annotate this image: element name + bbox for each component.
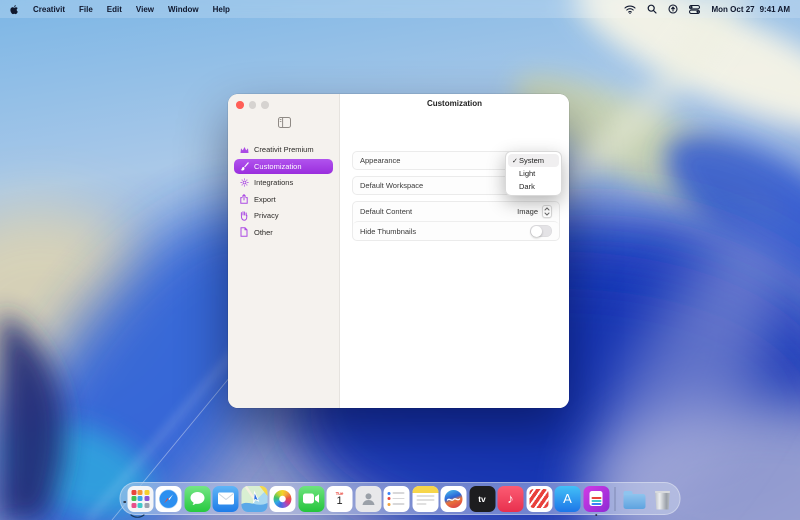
dock-creativit-icon[interactable]	[583, 485, 609, 512]
photos-pinwheel	[273, 489, 292, 508]
dock-app-store-icon[interactable]: A	[554, 485, 581, 512]
popup-button-stepper-icon[interactable]	[542, 205, 552, 218]
sidebar-item-label: Integrations	[254, 178, 294, 188]
menubar-item-view[interactable]: View	[136, 5, 154, 14]
sidebar-item-label: Creativit Premium	[254, 145, 314, 155]
zoom-button[interactable]	[261, 101, 269, 109]
control-center-icon[interactable]	[689, 4, 701, 14]
dock-divider	[614, 486, 616, 511]
dock-safari-icon[interactable]	[155, 485, 182, 512]
window-sidebar: Creativit Premium Customization Integrat…	[228, 94, 340, 408]
menubar-date: Mon Oct 27	[711, 4, 755, 14]
dock-messages-icon[interactable]	[184, 485, 210, 512]
sidebar-nav: Creativit Premium Customization Integrat…	[234, 142, 333, 240]
dock-wave-app-icon[interactable]	[440, 485, 467, 512]
default-content-value: Image	[517, 207, 538, 216]
dock-reminders-icon[interactable]	[383, 485, 410, 512]
share-icon	[239, 194, 249, 204]
sidebar-item-export[interactable]: Export	[234, 192, 333, 208]
calendar-date-label: 1	[336, 494, 343, 507]
menu-option-label: Dark	[519, 182, 535, 191]
apple-menu-icon[interactable]	[10, 4, 19, 15]
finder-running-dot	[123, 500, 126, 503]
dock-mail-icon[interactable]	[212, 485, 239, 512]
menubar-app-name[interactable]: Creativit	[33, 5, 65, 14]
sidebar-item-label: Export	[254, 194, 276, 204]
sidebar-item-label: Privacy	[254, 211, 279, 221]
sidebar-item-other[interactable]: Other	[234, 225, 333, 241]
menu-option-system[interactable]: ✓ System	[508, 154, 559, 167]
default-workspace-label: Default Workspace	[360, 181, 424, 190]
circle-arrow-icon[interactable]	[668, 4, 679, 14]
menubar-clock[interactable]: Mon Oct 27 9:41 AM	[711, 5, 790, 14]
dock-photos-icon[interactable]	[269, 485, 296, 512]
dock-trash-icon[interactable]	[650, 486, 676, 512]
checkmark-icon: ✓	[512, 157, 518, 165]
dock-contacts-icon[interactable]	[355, 485, 381, 512]
customization-window: Creativit Premium Customization Integrat…	[228, 94, 569, 408]
document-icon	[239, 227, 249, 237]
toggle-knob	[530, 225, 542, 237]
appearance-label: Appearance	[360, 156, 401, 165]
minimize-button[interactable]	[248, 101, 256, 109]
hide-thumbnails-row[interactable]: Hide Thumbnails	[353, 221, 559, 240]
settings-pane: Customization Appearance Default Workspa…	[340, 94, 569, 408]
hide-thumbnails-label: Hide Thumbnails	[360, 226, 417, 236]
sidebar-item-integrations[interactable]: Integrations	[234, 175, 333, 191]
dock: Tue 1 tv ♪ A	[119, 482, 681, 518]
content-group: Default Content Image Hide Thumbnails	[352, 201, 560, 241]
sidebar-item-privacy[interactable]: Privacy	[234, 208, 333, 224]
appearance-popup-menu: ✓ System Light Dark	[505, 151, 562, 196]
wifi-icon[interactable]	[624, 5, 637, 14]
menubar-time: 9:41 AM	[759, 4, 790, 14]
sidebar-item-label: Other	[254, 227, 273, 237]
menu-option-dark[interactable]: Dark	[508, 180, 559, 193]
search-icon[interactable]	[647, 4, 658, 14]
sidebar-item-customization[interactable]: Customization	[234, 158, 333, 174]
dock-launchpad-icon[interactable]	[127, 485, 153, 512]
menubar-item-edit[interactable]: Edit	[107, 5, 122, 14]
dock-apple-tv-icon[interactable]: tv	[469, 485, 495, 512]
creativit-running-dot	[594, 513, 598, 516]
paintbrush-icon	[239, 161, 249, 171]
default-content-label: Default Content	[360, 207, 413, 216]
menu-option-label: Light	[519, 169, 536, 178]
menu-bar: Creativit File Edit View Window Help Mon…	[0, 0, 800, 18]
dock-notes-icon[interactable]	[412, 485, 438, 512]
gear-icon	[239, 178, 249, 188]
dock-downloads-folder-icon[interactable]	[621, 486, 647, 512]
sidebar-item-label: Customization	[254, 161, 302, 171]
default-content-row[interactable]: Default Content Image	[353, 202, 559, 221]
sidebar-item-creativit-premium[interactable]: Creativit Premium	[234, 142, 333, 158]
menubar-item-help[interactable]: Help	[213, 5, 230, 14]
close-button[interactable]	[236, 101, 244, 109]
hand-icon	[239, 211, 249, 221]
sidebar-toggle-icon[interactable]	[278, 115, 291, 133]
dock-news-icon[interactable]	[526, 485, 552, 512]
dock-calendar-icon[interactable]: Tue 1	[326, 485, 353, 512]
menubar-item-file[interactable]: File	[79, 5, 93, 14]
traffic-lights	[236, 101, 269, 109]
crown-icon	[239, 145, 249, 155]
dock-maps-icon[interactable]	[241, 485, 267, 512]
window-title: Customization	[426, 99, 483, 108]
menu-option-label: System	[519, 156, 545, 165]
dock-facetime-icon[interactable]	[298, 485, 324, 512]
dock-music-icon[interactable]: ♪	[497, 485, 524, 512]
menubar-item-window[interactable]: Window	[168, 5, 199, 14]
hide-thumbnails-toggle[interactable]	[530, 224, 552, 238]
menu-option-light[interactable]: Light	[508, 167, 559, 180]
